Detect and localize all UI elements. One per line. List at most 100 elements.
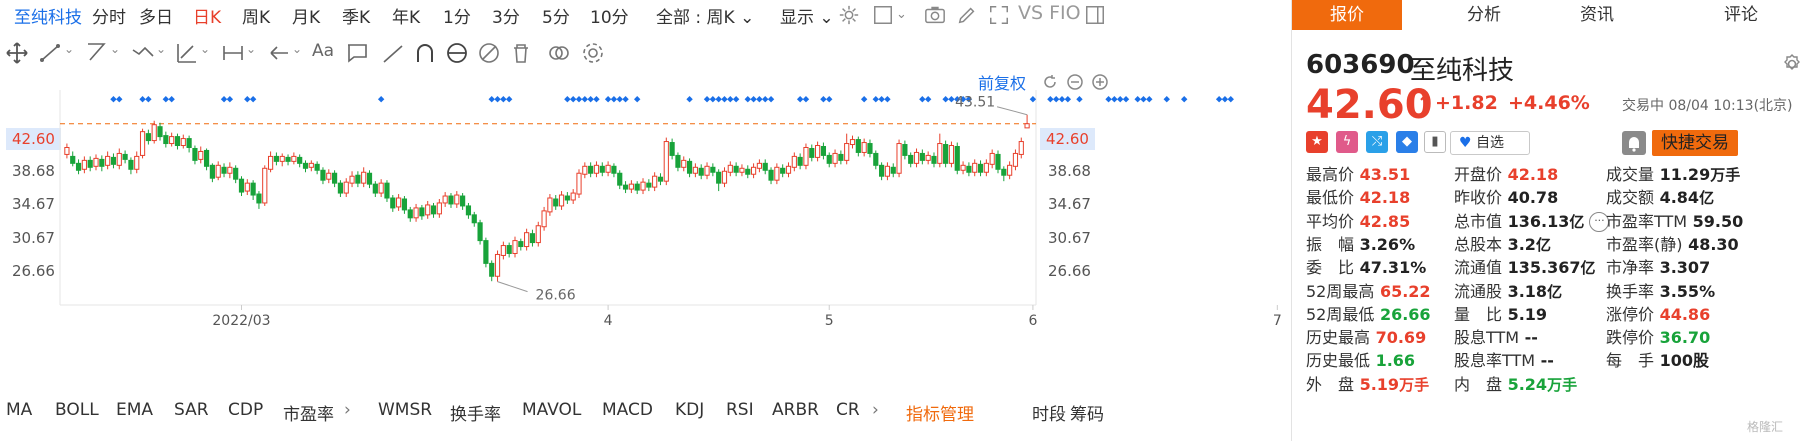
tab-news[interactable]: 资讯 xyxy=(1542,0,1652,30)
event-marker xyxy=(1122,96,1130,103)
indicator-turnover[interactable]: 换手率 xyxy=(450,400,501,425)
tab-quote[interactable]: 报价 xyxy=(1292,0,1402,30)
candle-body xyxy=(884,165,891,177)
chevron-down-icon[interactable]: ⌄ xyxy=(110,42,120,56)
candle-body xyxy=(960,164,966,171)
tab-comments[interactable]: 评论 xyxy=(1686,0,1796,30)
line-tool-icon[interactable] xyxy=(38,40,64,66)
compare-icon[interactable] xyxy=(546,40,572,66)
indicator-kdj[interactable]: KDJ xyxy=(675,400,704,420)
quick-trade-button[interactable]: 快捷交易 xyxy=(1652,130,1738,156)
candle-body xyxy=(70,155,76,164)
stat-item: 总股本 3.2亿 xyxy=(1454,231,1551,255)
add-watchlist-button[interactable]: ♥ 自选 xyxy=(1450,131,1530,155)
chevron-down-icon[interactable]: ⌄ xyxy=(246,42,256,56)
lightning-icon[interactable]: ϟ xyxy=(1336,131,1358,153)
candle-body xyxy=(913,151,920,164)
magnet-icon[interactable] xyxy=(412,40,438,66)
indicator-ma[interactable]: MA xyxy=(6,400,32,420)
range-select[interactable]: 全部 : 周K ⌄ xyxy=(656,3,754,28)
indicator-macd[interactable]: MACD xyxy=(602,400,653,420)
tab-analysis[interactable]: 分析 xyxy=(1424,0,1544,30)
chevron-right-icon[interactable]: › xyxy=(344,400,351,420)
candle-body xyxy=(500,245,506,256)
candle-body xyxy=(105,155,111,166)
display-menu[interactable]: 显示 ⌄ xyxy=(780,3,834,28)
indicator-arbr[interactable]: ARBR xyxy=(772,400,819,420)
candle-body xyxy=(291,155,297,162)
indicator-sar[interactable]: SAR xyxy=(174,400,209,420)
indicator-pe[interactable]: 市盈率 xyxy=(283,400,334,425)
chevron-right-icon[interactable]: › xyxy=(872,400,879,420)
shuffle-icon[interactable]: ⤭ xyxy=(1366,131,1388,153)
indicator-wmsr[interactable]: WMSR xyxy=(378,400,432,420)
indicator-cdp[interactable]: CDP xyxy=(228,400,263,420)
wave-tool-icon[interactable] xyxy=(130,40,156,66)
trash-icon[interactable] xyxy=(508,40,534,66)
event-marker xyxy=(1181,96,1188,103)
period-1min[interactable]: 1分 xyxy=(443,3,471,28)
indicator-mavol[interactable]: MAVOL xyxy=(522,400,581,420)
chevron-down-icon[interactable]: ⌄ xyxy=(292,42,302,56)
candlestick-svg[interactable]: 43.5126.662022/0345678 xyxy=(0,80,1290,380)
channel-tool-icon[interactable] xyxy=(84,40,110,66)
indicator-boll[interactable]: BOLL xyxy=(55,400,99,420)
panel-toggle-icon[interactable] xyxy=(1084,4,1106,26)
event-marker xyxy=(110,96,117,103)
arrow-tool-icon[interactable] xyxy=(266,40,292,66)
event-marker xyxy=(139,96,146,103)
stat-item: 52周最低 26.66 xyxy=(1306,301,1431,325)
range-tool-icon[interactable] xyxy=(220,40,246,66)
candle-body xyxy=(541,210,547,228)
chevron-down-icon[interactable]: ⌄ xyxy=(896,7,907,22)
time-segment-button[interactable]: 时段 xyxy=(1032,400,1066,425)
bell-icon[interactable] xyxy=(1622,131,1646,155)
chevron-down-icon[interactable]: ⌄ xyxy=(200,42,210,56)
fib-tool-icon[interactable] xyxy=(174,40,200,66)
period-rik[interactable]: 日K xyxy=(193,3,221,28)
candle-body xyxy=(186,138,192,148)
vs-button[interactable]: VS FIO xyxy=(1018,2,1081,24)
period-10min[interactable]: 10分 xyxy=(590,3,629,28)
comment-icon[interactable] xyxy=(344,40,370,66)
stat-label: 跌停价 xyxy=(1606,328,1655,348)
text-tool-icon[interactable]: Aa xyxy=(312,41,334,61)
stat-value: 5.19 xyxy=(1502,304,1548,324)
camera-icon[interactable] xyxy=(924,4,946,26)
period-zhouk[interactable]: 周K xyxy=(242,3,270,28)
kline-chart[interactable]: 前复权 42.60 38.68 34.67 30.67 26.66 42.60 … xyxy=(0,74,1290,380)
candle-body xyxy=(873,152,879,166)
fullscreen-icon[interactable] xyxy=(988,4,1010,26)
ruler-icon[interactable] xyxy=(380,40,406,66)
period-yuek[interactable]: 月K xyxy=(292,3,320,28)
gear-icon[interactable] xyxy=(838,4,860,26)
chip-button[interactable]: 筹码 xyxy=(1070,400,1104,425)
stat-item: 每 手 100股 xyxy=(1606,347,1709,371)
move-icon[interactable] xyxy=(4,40,30,66)
chevron-down-icon[interactable]: ⌄ xyxy=(156,42,166,56)
period-3min[interactable]: 3分 xyxy=(492,3,520,28)
square-icon[interactable] xyxy=(872,4,894,26)
indicator-manage[interactable]: 指标管理 xyxy=(906,400,974,425)
period-5min[interactable]: 5分 xyxy=(542,3,570,28)
chevron-down-icon[interactable]: ⌄ xyxy=(64,42,74,56)
period-jik[interactable]: 季K xyxy=(342,3,370,28)
event-marker xyxy=(569,96,577,103)
hide-icon[interactable] xyxy=(476,40,502,66)
event-marker xyxy=(1227,96,1234,103)
stat-label: 股息TTM xyxy=(1454,328,1520,348)
gear-icon[interactable] xyxy=(1780,52,1804,76)
period-fenshi[interactable]: 分时 xyxy=(92,3,126,28)
lock-draw-icon[interactable] xyxy=(444,40,470,66)
period-niank[interactable]: 年K xyxy=(392,3,420,28)
bookmark-icon[interactable]: ▮ xyxy=(1424,131,1446,153)
gear-icon[interactable] xyxy=(580,40,606,66)
stat-item: 涨停价 44.86 xyxy=(1606,301,1710,325)
indicator-ema[interactable]: EMA xyxy=(116,400,153,420)
indicator-cr[interactable]: CR xyxy=(836,400,860,420)
tag-icon[interactable]: ◆ xyxy=(1396,131,1418,153)
indicator-rsi[interactable]: RSI xyxy=(726,400,754,420)
period-duori[interactable]: 多日 xyxy=(139,3,173,28)
up-arrow-icon: ↑ xyxy=(1416,92,1435,117)
pen-icon[interactable] xyxy=(956,4,978,26)
